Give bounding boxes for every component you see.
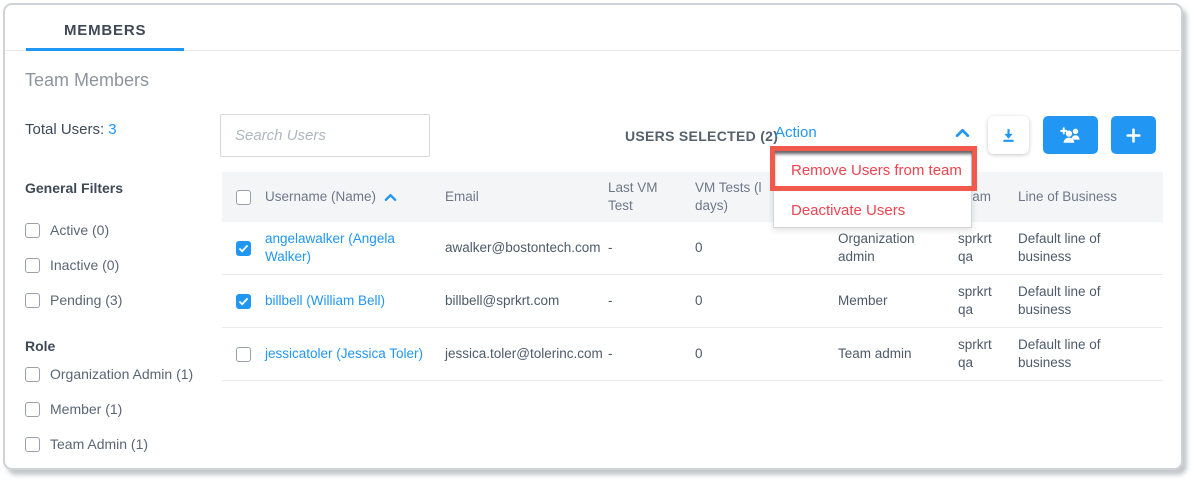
filter-organization-admin[interactable]: Organization Admin (1) <box>25 366 193 382</box>
line-of-business-cell: Default line of business <box>1018 336 1163 372</box>
add-users-icon <box>1057 126 1084 145</box>
line-of-business-cell: Default line of business <box>1018 283 1163 319</box>
vm-tests-cell: 0 <box>695 345 838 363</box>
add-users-button[interactable] <box>1043 116 1098 154</box>
action-menu: Remove Users from team Deactivate Users <box>773 150 972 228</box>
header-line-of-business[interactable]: Line of Business <box>1018 188 1163 206</box>
check-icon <box>238 244 249 253</box>
total-users-label: Total Users: <box>25 121 104 138</box>
role-cell: Organization admin <box>838 230 958 266</box>
username-link[interactable]: jessicatoler (Jessica Toler) <box>265 345 445 363</box>
last-vm-test-cell: - <box>608 239 695 257</box>
menu-item-deactivate-users[interactable]: Deactivate Users <box>774 190 971 229</box>
filter-team-admin-checkbox[interactable] <box>25 437 40 452</box>
menu-item-remove-users[interactable]: Remove Users from team <box>774 151 971 190</box>
filter-inactive-label: Inactive (0) <box>50 257 119 273</box>
email-cell: billbell@sprkrt.com <box>445 292 608 310</box>
header-email[interactable]: Email <box>445 188 608 206</box>
action-dropdown[interactable]: Action <box>775 124 970 141</box>
filter-organization-admin-label: Organization Admin (1) <box>50 366 193 382</box>
filter-pending-label: Pending (3) <box>50 292 122 308</box>
last-vm-test-cell: - <box>608 345 695 363</box>
tab-members[interactable]: MEMBERS <box>64 22 146 39</box>
total-users-value: 3 <box>108 121 116 138</box>
email-cell: awalker@bostontech.com <box>445 239 608 257</box>
total-users: Total Users:3 <box>25 121 117 138</box>
action-dropdown-label[interactable]: Action <box>775 124 817 141</box>
table-header-row: Username (Name) Email Last VM Test VM Te… <box>222 172 1163 222</box>
tab-members-active-underline <box>26 48 184 51</box>
add-button[interactable] <box>1111 116 1156 154</box>
download-icon <box>1000 127 1017 144</box>
page-title: Team Members <box>25 70 149 91</box>
row-checkbox[interactable] <box>236 347 251 362</box>
filter-team-admin[interactable]: Team Admin (1) <box>25 436 148 452</box>
filter-pending[interactable]: Pending (3) <box>25 292 122 308</box>
filter-team-admin-label: Team Admin (1) <box>50 436 148 452</box>
email-cell: jessica.toler@tolerinc.com <box>445 345 608 363</box>
header-last-vm-test[interactable]: Last VM Test <box>608 179 695 215</box>
row-checkbox[interactable] <box>236 241 251 256</box>
header-vm-tests-line2: days) <box>695 198 728 213</box>
filter-inactive-checkbox[interactable] <box>25 258 40 273</box>
plus-icon <box>1125 127 1142 144</box>
check-icon <box>238 297 249 306</box>
filter-inactive[interactable]: Inactive (0) <box>25 257 119 273</box>
download-button[interactable] <box>988 116 1029 154</box>
filter-active-checkbox[interactable] <box>25 223 40 238</box>
search-input[interactable] <box>220 114 430 157</box>
line-of-business-cell: Default line of business <box>1018 230 1163 266</box>
filter-pending-checkbox[interactable] <box>25 293 40 308</box>
last-vm-test-cell: - <box>608 292 695 310</box>
header-vm-tests-line1: VM Tests (l <box>695 180 762 195</box>
chevron-up-icon[interactable] <box>955 128 970 138</box>
table-row: jessicatoler (Jessica Toler) jessica.tol… <box>222 328 1163 381</box>
users-selected-label: USERS SELECTED (2) <box>625 128 778 144</box>
vm-tests-cell: 0 <box>695 292 838 310</box>
filter-active[interactable]: Active (0) <box>25 222 109 238</box>
team-cell: sprkrt qa <box>958 230 1018 266</box>
table-row: billbell (William Bell) billbell@sprkrt.… <box>222 275 1163 328</box>
vm-tests-cell: 0 <box>695 239 838 257</box>
members-table: Username (Name) Email Last VM Test VM Te… <box>222 172 1163 381</box>
username-link[interactable]: angelawalker (Angela Walker) <box>265 230 445 266</box>
username-link[interactable]: billbell (William Bell) <box>265 292 445 310</box>
table-row: angelawalker (Angela Walker) awalker@bos… <box>222 222 1163 275</box>
header-username-label: Username (Name) <box>265 188 376 206</box>
row-checkbox[interactable] <box>236 294 251 309</box>
team-cell: sprkrt qa <box>958 336 1018 372</box>
filter-member-checkbox[interactable] <box>25 402 40 417</box>
general-filters-title: General Filters <box>25 180 123 196</box>
header-username[interactable]: Username (Name) <box>265 188 445 206</box>
role-cell: Member <box>838 292 958 310</box>
sort-asc-icon[interactable] <box>384 193 397 202</box>
role-filters-title: Role <box>25 338 55 354</box>
team-cell: sprkrt qa <box>958 283 1018 319</box>
filter-active-label: Active (0) <box>50 222 109 238</box>
filter-organization-admin-checkbox[interactable] <box>25 367 40 382</box>
select-all-checkbox[interactable] <box>236 190 251 205</box>
role-cell: Team admin <box>838 345 958 363</box>
filter-member-label: Member (1) <box>50 401 122 417</box>
filter-member[interactable]: Member (1) <box>25 401 122 417</box>
